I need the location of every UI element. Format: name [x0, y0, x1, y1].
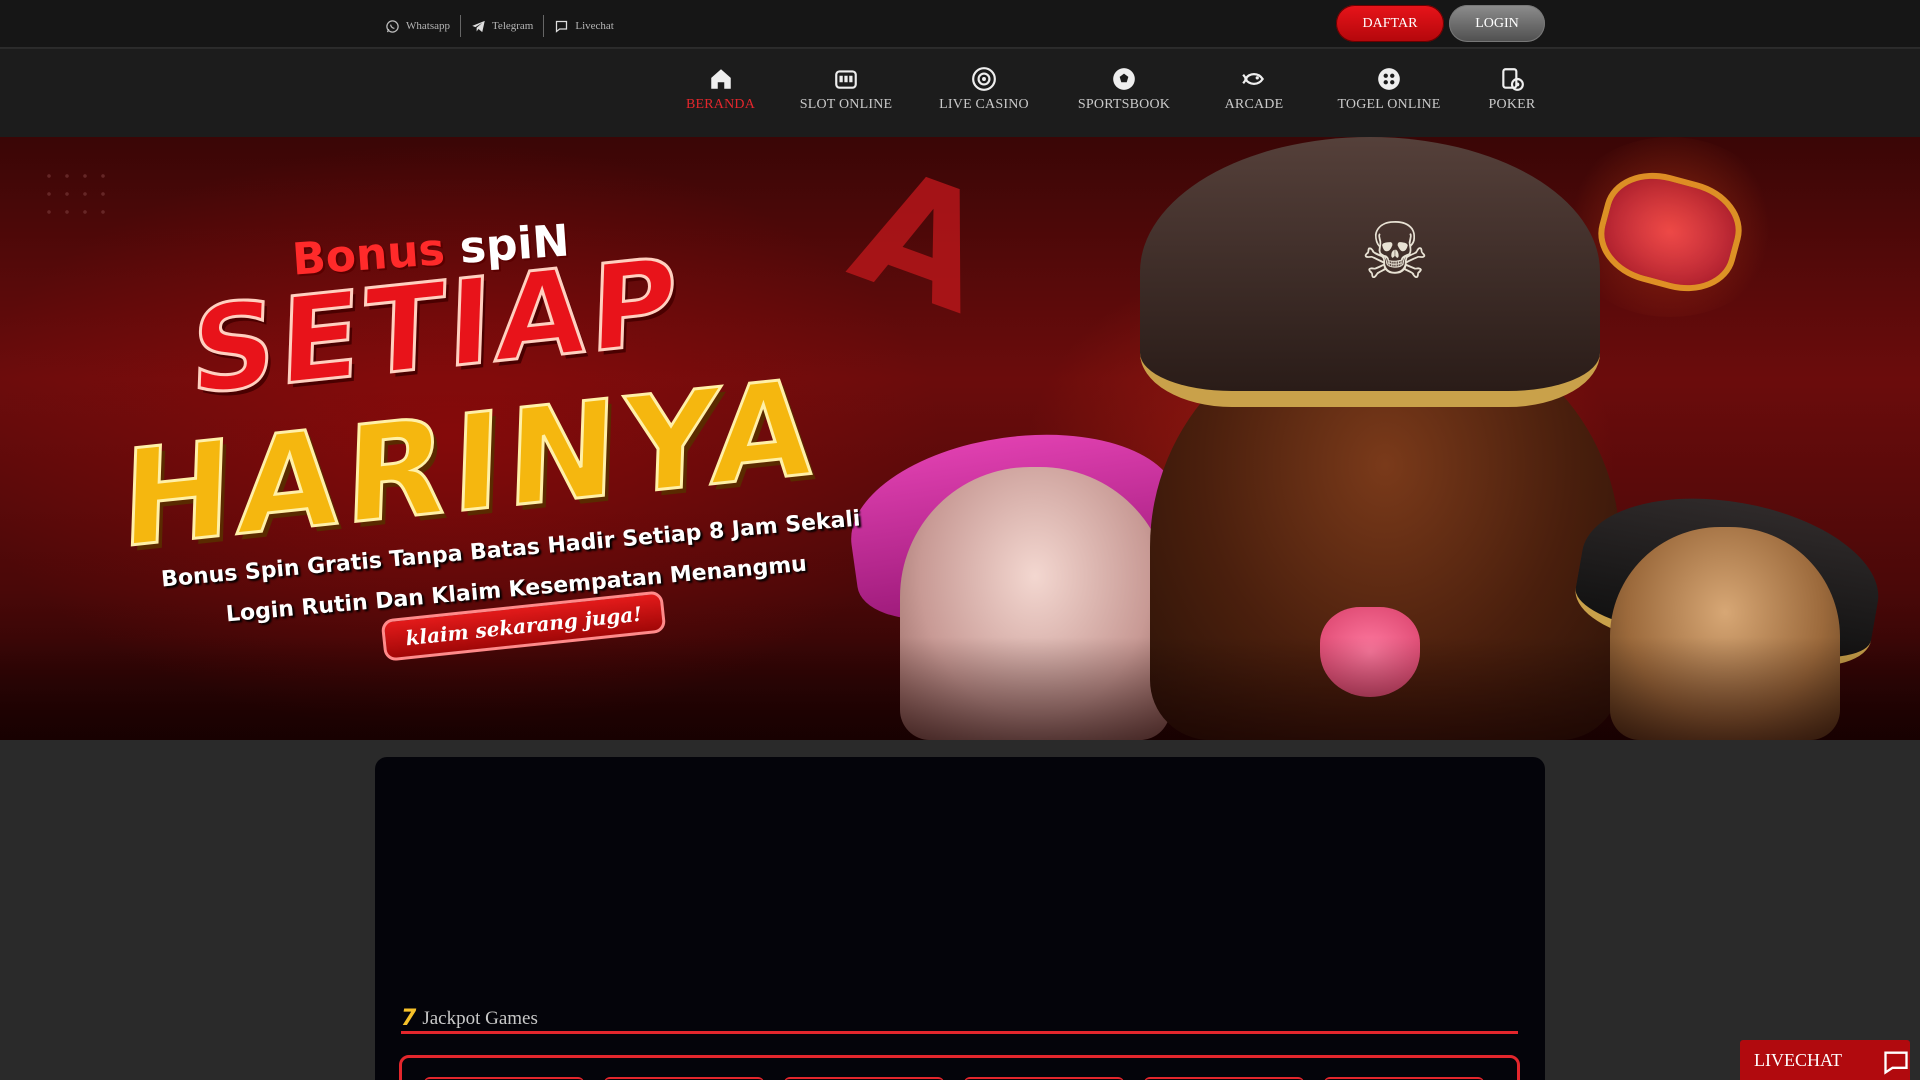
whatsapp-label: Whatsapp	[406, 20, 450, 32]
fish-icon	[1242, 73, 1264, 85]
daftar-button[interactable]: DAFTAR	[1336, 5, 1444, 42]
banner-fog	[0, 637, 1920, 740]
nav-item-togel-online[interactable]: TOGEL ONLINE	[1309, 66, 1469, 113]
telegram-label: Telegram	[491, 20, 534, 32]
main-nav: BERANDA SLOT ONLINE LIVE CASINO SPORTSBO…	[0, 49, 1920, 137]
lucky-seven-icon: 7	[401, 1006, 417, 1031]
top-bar: Whatsapp Telegram Livechat DAFTAR LOGIN	[0, 0, 1920, 48]
whatsapp-icon	[386, 19, 399, 33]
livechat-label: LIVECHAT	[1754, 1049, 1842, 1070]
home-icon	[710, 69, 731, 89]
telegram-link[interactable]: Telegram	[459, 15, 543, 37]
nav-item-label: LIVE CASINO	[939, 97, 1029, 112]
telegram-icon	[472, 20, 485, 32]
lottery-balls-icon	[1378, 68, 1400, 90]
nav-item-label: TOGEL ONLINE	[1337, 97, 1441, 112]
nav-item-poker[interactable]: POKER	[1469, 66, 1555, 113]
jackpot-divider	[401, 1031, 1518, 1034]
chat-icon	[556, 20, 568, 33]
jackpot-title-text: Jackpot Games	[422, 1007, 538, 1029]
livechat-widget[interactable]: LIVECHAT	[1740, 1040, 1910, 1080]
nav-item-label: SLOT ONLINE	[799, 97, 893, 112]
nav-item-label: POKER	[1488, 97, 1536, 112]
chat-bubble-icon	[1884, 1051, 1908, 1075]
roulette-icon	[972, 67, 996, 91]
decorative-letter-a: A	[831, 137, 1013, 350]
livechat-link-label: Livechat	[575, 20, 614, 32]
nav-item-slot-online[interactable]: SLOT ONLINE	[773, 66, 919, 113]
promo-banner[interactable]: A ☠ Bonus spiN SETIAP HARINYA Bonus Spin…	[0, 137, 1920, 740]
nav-item-label: SPORTSBOOK	[1077, 97, 1171, 112]
nav-item-arcade[interactable]: ARCADE	[1199, 66, 1309, 113]
skull-crossbones-icon: ☠	[1360, 208, 1430, 295]
jackpot-section-title: 7 Jackpot Games	[401, 1006, 538, 1031]
jackpot-games-container	[399, 1055, 1520, 1080]
login-button[interactable]: LOGIN	[1449, 5, 1545, 42]
poker-cards-icon	[1502, 68, 1524, 91]
auth-buttons: DAFTAR LOGIN	[1336, 5, 1545, 42]
nav-item-label: BERANDA	[685, 97, 756, 112]
slot-machine-icon	[835, 70, 857, 89]
nav-item-beranda[interactable]: BERANDA	[668, 66, 773, 113]
nav-item-sportsbook[interactable]: SPORTSBOOK	[1049, 66, 1199, 113]
contact-links: Whatsapp Telegram Livechat	[385, 15, 624, 37]
livechat-link[interactable]: Livechat	[543, 15, 623, 37]
nav-item-label: ARCADE	[1224, 97, 1284, 112]
whatsapp-link[interactable]: Whatsapp	[385, 15, 460, 37]
dot-pattern	[40, 167, 110, 227]
content-panel: 7 Jackpot Games	[375, 757, 1545, 1080]
soccer-ball-icon	[1113, 68, 1135, 90]
nav-item-live-casino[interactable]: LIVE CASINO	[919, 66, 1049, 113]
